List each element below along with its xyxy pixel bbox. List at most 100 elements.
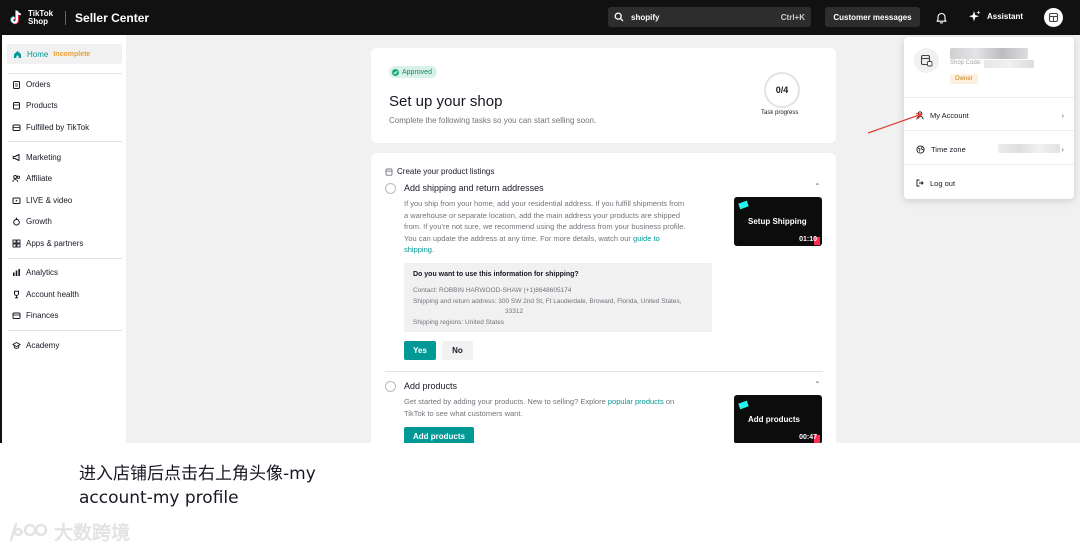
sidebar-item-home[interactable]: Home Incomplete <box>7 44 122 64</box>
sidebar-item-products[interactable]: Products <box>12 98 58 112</box>
desc-line: If you ship from your home, add your res… <box>404 199 685 208</box>
sidebar-item-marketing[interactable]: Marketing <box>12 150 61 164</box>
sidebar-item-label: Affiliate <box>26 173 53 183</box>
brand-wordmark: TikTok Shop <box>28 9 53 26</box>
add-products-button[interactable]: Add products <box>404 427 474 443</box>
chevron-right-icon: › <box>1061 144 1064 154</box>
sidebar-item-academy[interactable]: Academy <box>12 338 59 352</box>
contact-line: Contact: ROBBIN HARWOOD-SHAW (+1)8648605… <box>413 287 572 294</box>
desc-line: on <box>665 397 675 406</box>
trophy-icon <box>12 290 21 299</box>
time-zone-menu-item[interactable]: Time zone › <box>916 142 1064 156</box>
task-progress-value: 0/4 <box>775 85 789 95</box>
log-out-menu-item[interactable]: Log out <box>916 176 1064 190</box>
sidebar-item-finances[interactable]: Finances <box>12 308 58 322</box>
grid-icon <box>12 239 21 248</box>
menu-divider <box>904 97 1074 98</box>
sidebar-item-live-video[interactable]: LIVE & video <box>12 193 72 207</box>
sidebar-home-label: Home <box>27 49 49 59</box>
assistant-button[interactable]: Assistant <box>968 10 1023 23</box>
search-input[interactable]: shopify Ctrl+K <box>608 7 811 27</box>
sidebar-item-account-health[interactable]: Account health <box>12 287 79 301</box>
caption-line-2: account-my profile <box>79 488 239 508</box>
assistant-label: Assistant <box>987 12 1024 21</box>
decor-shape <box>738 400 749 410</box>
sidebar-item-label: Academy <box>26 340 60 350</box>
desc-line: a warehouse or separate location, add th… <box>404 210 681 220</box>
wallet-icon <box>12 311 21 320</box>
decor-shape <box>738 200 749 210</box>
logout-icon <box>916 179 924 187</box>
chevron-up-icon[interactable]: ⌃ <box>814 380 821 389</box>
chevron-right-icon: › <box>1061 110 1064 120</box>
yes-button[interactable]: Yes <box>404 341 436 360</box>
guide-to-shipping-link[interactable]: guide to <box>633 234 660 243</box>
sidebar-item-label: Marketing <box>26 152 62 162</box>
graduation-icon <box>12 341 21 350</box>
add-products-video[interactable]: Add products 00:47 <box>734 395 822 443</box>
page-subtitle: Complete the following tasks so you can … <box>389 116 597 125</box>
sidebar-divider <box>8 258 122 259</box>
popular-products-link[interactable]: popular products <box>608 397 664 406</box>
sidebar-item-label: Analytics <box>26 267 59 277</box>
sidebar-item-fulfilled-by-tiktok[interactable]: Fulfilled by TikTok <box>12 120 89 134</box>
product-listings-card: Create your product listings Add shippin… <box>371 153 836 443</box>
sidebar-item-apps-partners[interactable]: Apps & partners <box>12 236 83 250</box>
sidebar-item-orders[interactable]: Orders <box>12 77 50 91</box>
task-radio-shipping[interactable] <box>385 183 396 194</box>
log-out-label: Log out <box>930 178 956 188</box>
setup-shipping-video[interactable]: Setup Shipping 01:10 <box>734 197 822 246</box>
confirm-question: Do you want to use this information for … <box>413 271 579 278</box>
store-edit-icon <box>920 54 933 67</box>
task-radio-products[interactable] <box>385 381 396 392</box>
annotation-arrow <box>867 112 923 134</box>
sidebar-item-affiliate[interactable]: Affiliate <box>12 171 52 185</box>
bell-icon[interactable] <box>935 11 948 24</box>
plant-icon <box>12 217 21 226</box>
no-button[interactable]: No <box>442 341 473 360</box>
sidebar-item-label: Growth <box>26 216 52 226</box>
task-progress-label: Task progress <box>761 110 799 116</box>
sidebar-item-label: Fulfilled by TikTok <box>26 122 90 132</box>
search-value: shopify <box>631 12 660 22</box>
regions-line: Shipping regions: United States <box>413 319 505 326</box>
tutorial-caption: 进入店铺后点击右上角头像-my account-my profile <box>79 462 316 510</box>
sidebar-item-analytics[interactable]: Analytics <box>12 265 58 279</box>
task-title-products[interactable]: Add products <box>404 381 457 391</box>
guide-to-shipping-link[interactable]: shipping <box>404 245 432 254</box>
shop-name-redacted <box>950 48 1028 59</box>
my-account-menu-item[interactable]: My Account › <box>916 108 1064 122</box>
watermark-text: 大数跨境 <box>54 522 131 544</box>
desc-line: Get started by adding your products. New… <box>404 397 606 406</box>
task-divider <box>385 371 823 372</box>
desc-line: TikTok to see what customers want. <box>404 408 523 418</box>
sidebar-item-label: LIVE & video <box>26 195 73 205</box>
video-title: Setup Shipping <box>748 217 807 226</box>
clipboard-icon <box>12 80 21 89</box>
sidebar-item-growth[interactable]: Growth <box>12 214 52 228</box>
brand-line-2: Shop <box>28 16 48 26</box>
listing-icon <box>385 168 393 176</box>
brand-divider <box>65 10 67 25</box>
sidebar-item-label: Apps & partners <box>26 238 84 248</box>
sidebar: Home Incomplete Orders Products Fulfille… <box>0 35 126 443</box>
megaphone-icon <box>12 153 21 162</box>
globe-icon <box>916 144 925 154</box>
chevron-up-icon[interactable]: ⌃ <box>814 182 821 191</box>
chart-icon <box>12 268 21 277</box>
time-zone-label: Time zone <box>931 144 966 154</box>
customer-messages-button[interactable]: Customer messages <box>825 7 920 27</box>
approved-badge: Approved <box>389 66 437 78</box>
desc-end: . <box>431 245 435 254</box>
watermark-logo-icon <box>9 522 48 541</box>
tiktok-shop-logo[interactable]: TikTok Shop Seller Center <box>10 9 149 26</box>
people-icon <box>12 174 21 183</box>
shop-avatar-button[interactable] <box>1044 8 1063 27</box>
section-title: Create your product listings <box>397 167 495 176</box>
sidebar-divider <box>8 330 122 331</box>
task-title-shipping[interactable]: Add shipping and return addresses <box>404 183 544 193</box>
check-circle-icon <box>392 68 399 76</box>
truck-icon <box>12 123 21 132</box>
incomplete-badge: Incomplete <box>53 50 91 58</box>
sidebar-item-label: Products <box>26 100 58 110</box>
